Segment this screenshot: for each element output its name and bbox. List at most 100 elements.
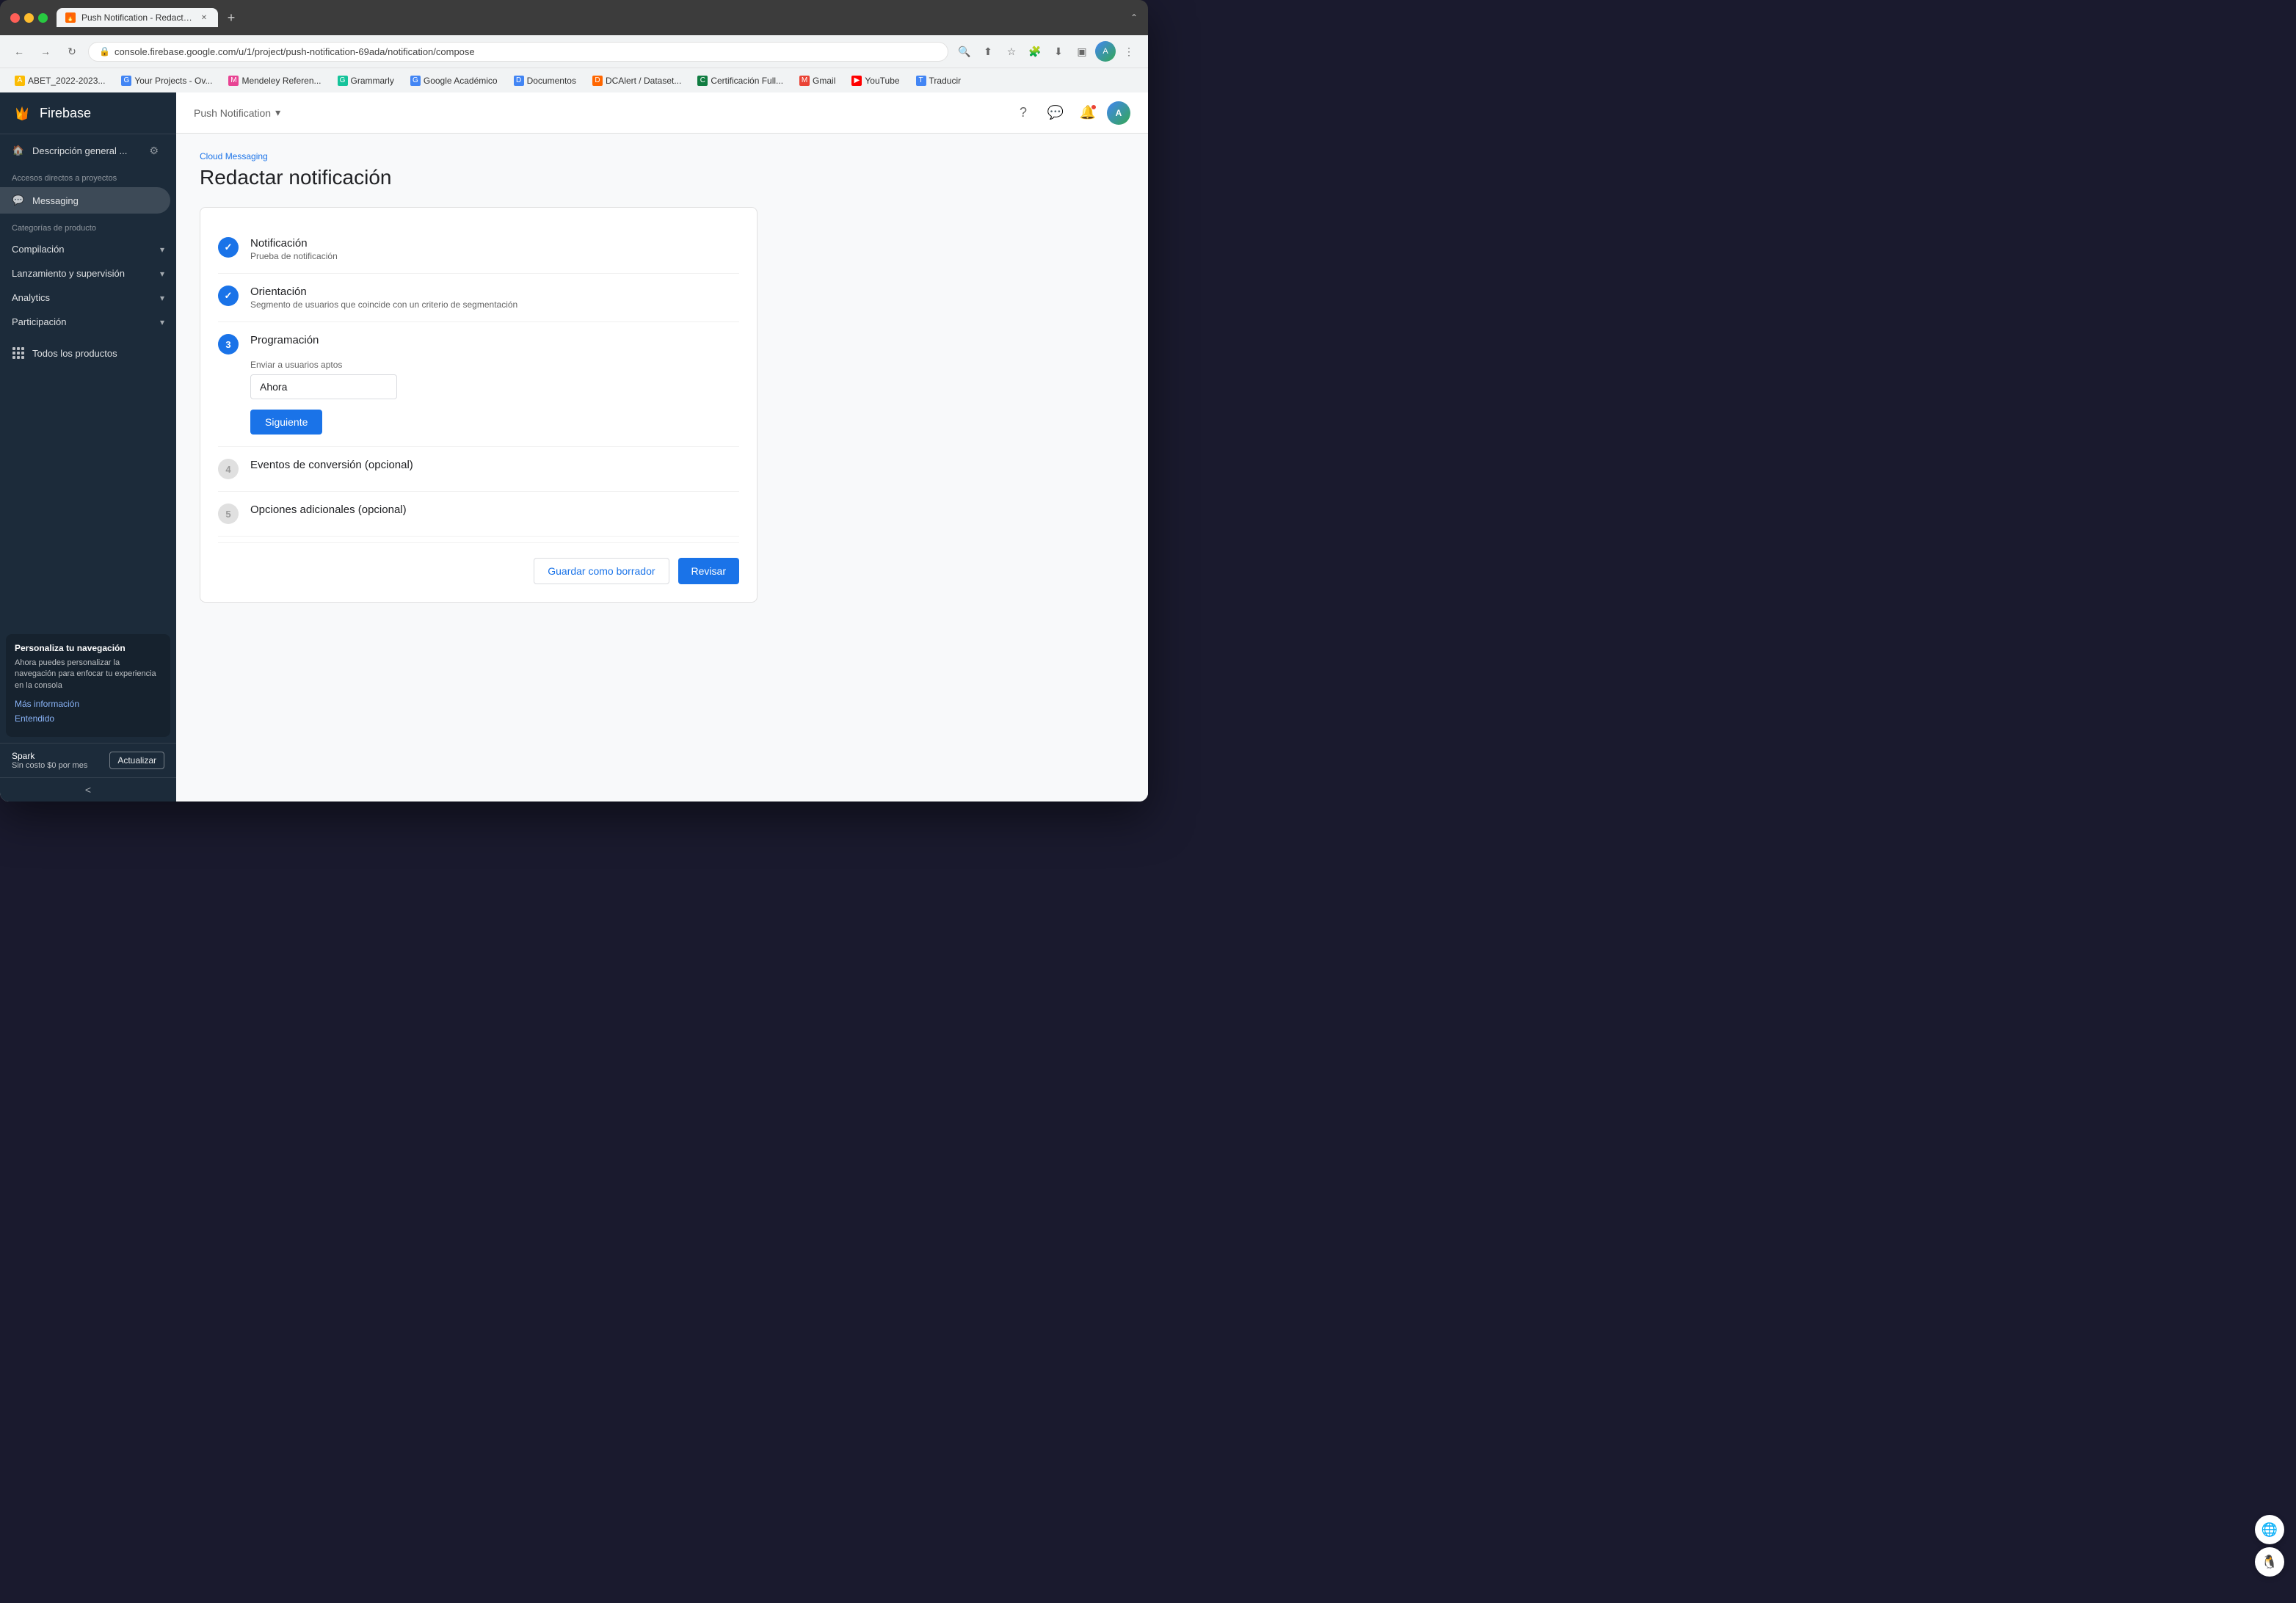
sidebar-icon[interactable]: ▣: [1072, 41, 1092, 62]
more-options-icon[interactable]: ⋮: [1119, 41, 1139, 62]
lock-icon: 🔒: [99, 46, 110, 57]
bookmark-google-academico[interactable]: G Google Académico: [404, 73, 504, 88]
step-3-number: 3: [225, 339, 230, 350]
step-2-orientacion: ✓ Orientación Segmento de usuarios que c…: [218, 274, 739, 322]
mas-info-link[interactable]: Más información: [15, 699, 161, 709]
entendido-link[interactable]: Entendido: [15, 713, 161, 724]
translate-floating-button[interactable]: 🌐: [2255, 1515, 2284, 1544]
address-bar-row: ← → ↻ 🔒 console.firebase.google.com/u/1/…: [0, 35, 1148, 68]
bookmark-projects-icon: G: [121, 76, 131, 86]
back-button[interactable]: ←: [9, 41, 29, 62]
active-tab[interactable]: 🔥 Push Notification - Redactar n... ✕: [57, 8, 218, 27]
sidebar-item-all-products[interactable]: Todos los productos: [0, 340, 170, 366]
send-time-input[interactable]: [250, 374, 397, 399]
bookmarks-bar: A ABET_2022-2023... G Your Projects - Ov…: [0, 68, 1148, 92]
bookmark-traducir[interactable]: T Traducir: [910, 73, 967, 88]
grid-icon: [12, 346, 25, 360]
help-button[interactable]: ?: [1010, 100, 1036, 126]
sidebar-item-compilacion[interactable]: Compilación ▾: [0, 237, 176, 261]
step-2-icon: ✓: [218, 286, 239, 306]
sidebar-item-participacion[interactable]: Participación ▾: [0, 310, 176, 334]
upgrade-button[interactable]: Actualizar: [109, 752, 164, 769]
customize-title: Personaliza tu navegación: [15, 643, 161, 653]
window-controls: ⌃: [1130, 12, 1138, 23]
sidebar-header: Firebase: [0, 92, 176, 134]
bookmark-grammarly-icon: G: [338, 76, 348, 86]
step-5-opciones: 5 Opciones adicionales (opcional): [218, 492, 739, 537]
compilacion-label: Compilación: [12, 244, 65, 255]
accesos-label: Accesos directos a proyectos: [0, 164, 176, 187]
tab-title: Push Notification - Redactar n...: [81, 12, 193, 23]
step-2-subtitle: Segmento de usuarios que coincide con un…: [250, 299, 739, 310]
compilacion-chevron-icon: ▾: [160, 244, 164, 255]
bookmark-gmail[interactable]: M Gmail: [793, 73, 841, 88]
extensions-icon[interactable]: 🧩: [1025, 41, 1045, 62]
analytics-label: Analytics: [12, 292, 50, 303]
step-1-subtitle: Prueba de notificación: [250, 251, 739, 261]
step-1-title: Notificación: [250, 237, 739, 250]
bookmark-grammarly[interactable]: G Grammarly: [332, 73, 400, 88]
share-icon[interactable]: ⬆: [978, 41, 998, 62]
step-2-checkmark: ✓: [225, 290, 233, 302]
bookmark-translate-icon: T: [916, 76, 926, 86]
notifications-button[interactable]: 🔔: [1075, 100, 1101, 126]
new-tab-button[interactable]: +: [221, 7, 241, 28]
close-button[interactable]: [10, 13, 20, 23]
customize-navigation-banner: Personaliza tu navegación Ahora puedes p…: [6, 634, 170, 737]
categorias-label: Categorías de producto: [0, 214, 176, 237]
bookmark-youtube[interactable]: ▶ YouTube: [846, 73, 905, 88]
reload-button[interactable]: ↻: [62, 41, 82, 62]
spark-price: Sin costo $0 por mes: [12, 761, 87, 770]
bookmark-abet[interactable]: A ABET_2022-2023...: [9, 73, 111, 88]
step-1-icon: ✓: [218, 237, 239, 258]
profile-avatar[interactable]: A: [1095, 41, 1116, 62]
bookmark-gmail-icon: M: [799, 76, 810, 86]
sidebar-item-analytics[interactable]: Analytics ▾: [0, 286, 176, 310]
chat-button[interactable]: 💬: [1042, 100, 1069, 126]
assistant-floating-button[interactable]: 🐧: [2255, 1547, 2284, 1577]
bookmark-mendeley[interactable]: M Mendeley Referen...: [222, 73, 327, 88]
sidebar-item-lanzamiento[interactable]: Lanzamiento y supervisión ▾: [0, 261, 176, 286]
siguiente-button[interactable]: Siguiente: [250, 410, 322, 435]
bookmark-documentos[interactable]: D Documentos: [508, 73, 582, 88]
user-avatar[interactable]: A: [1107, 101, 1130, 125]
messaging-icon: 💬: [12, 194, 25, 207]
header-actions: ? 💬 🔔 A: [1010, 100, 1130, 126]
tab-close-button[interactable]: ✕: [199, 12, 209, 23]
tab-favicon: 🔥: [65, 12, 76, 23]
maximize-button[interactable]: [38, 13, 48, 23]
firebase-title: Firebase: [40, 106, 91, 121]
sidebar-item-home[interactable]: 🏠 Descripción general ... ⚙: [0, 137, 170, 164]
sidebar-item-messaging[interactable]: 💬 Messaging: [0, 187, 170, 214]
review-button[interactable]: Revisar: [678, 558, 739, 584]
address-bar[interactable]: 🔒 console.firebase.google.com/u/1/projec…: [88, 42, 948, 62]
traffic-lights: [10, 13, 48, 23]
settings-icon: ⚙: [149, 145, 159, 157]
sidebar-collapse-button[interactable]: <: [0, 777, 176, 801]
breadcrumb-project: Push Notification: [194, 107, 271, 119]
tab-bar: 🔥 Push Notification - Redactar n... ✕ +: [57, 7, 1122, 28]
forward-button[interactable]: →: [35, 41, 56, 62]
bookmark-projects[interactable]: G Your Projects - Ov...: [115, 73, 218, 88]
lanzamiento-chevron-icon: ▾: [160, 269, 164, 279]
bookmark-certificacion[interactable]: C Certificación Full...: [691, 73, 789, 88]
minimize-button[interactable]: [24, 13, 34, 23]
download-icon[interactable]: ⬇: [1048, 41, 1069, 62]
search-icon[interactable]: 🔍: [954, 41, 975, 62]
spark-bar: Spark Sin costo $0 por mes Actualizar: [0, 743, 176, 777]
step-5-icon: 5: [218, 504, 239, 524]
step-1-content: Notificación Prueba de notificación: [250, 237, 739, 261]
bookmark-icon[interactable]: ☆: [1001, 41, 1022, 62]
bookmark-dcalert[interactable]: D DCAlert / Dataset...: [586, 73, 687, 88]
collapse-icon: <: [85, 784, 91, 796]
save-draft-button[interactable]: Guardar como borrador: [534, 558, 669, 584]
breadcrumb-dropdown-icon[interactable]: ▾: [275, 106, 280, 119]
form-card: ✓ Notificación Prueba de notificación ✓: [200, 207, 758, 603]
lanzamiento-label: Lanzamiento y supervisión: [12, 268, 125, 279]
bookmark-dcalert-icon: D: [592, 76, 603, 86]
products-label: Todos los productos: [32, 348, 117, 359]
cloud-messaging-link[interactable]: Cloud Messaging: [200, 151, 1125, 161]
send-field-label: Enviar a usuarios aptos: [250, 360, 739, 370]
browser-window: 🔥 Push Notification - Redactar n... ✕ + …: [0, 0, 1148, 801]
url-text: console.firebase.google.com/u/1/project/…: [115, 46, 475, 57]
